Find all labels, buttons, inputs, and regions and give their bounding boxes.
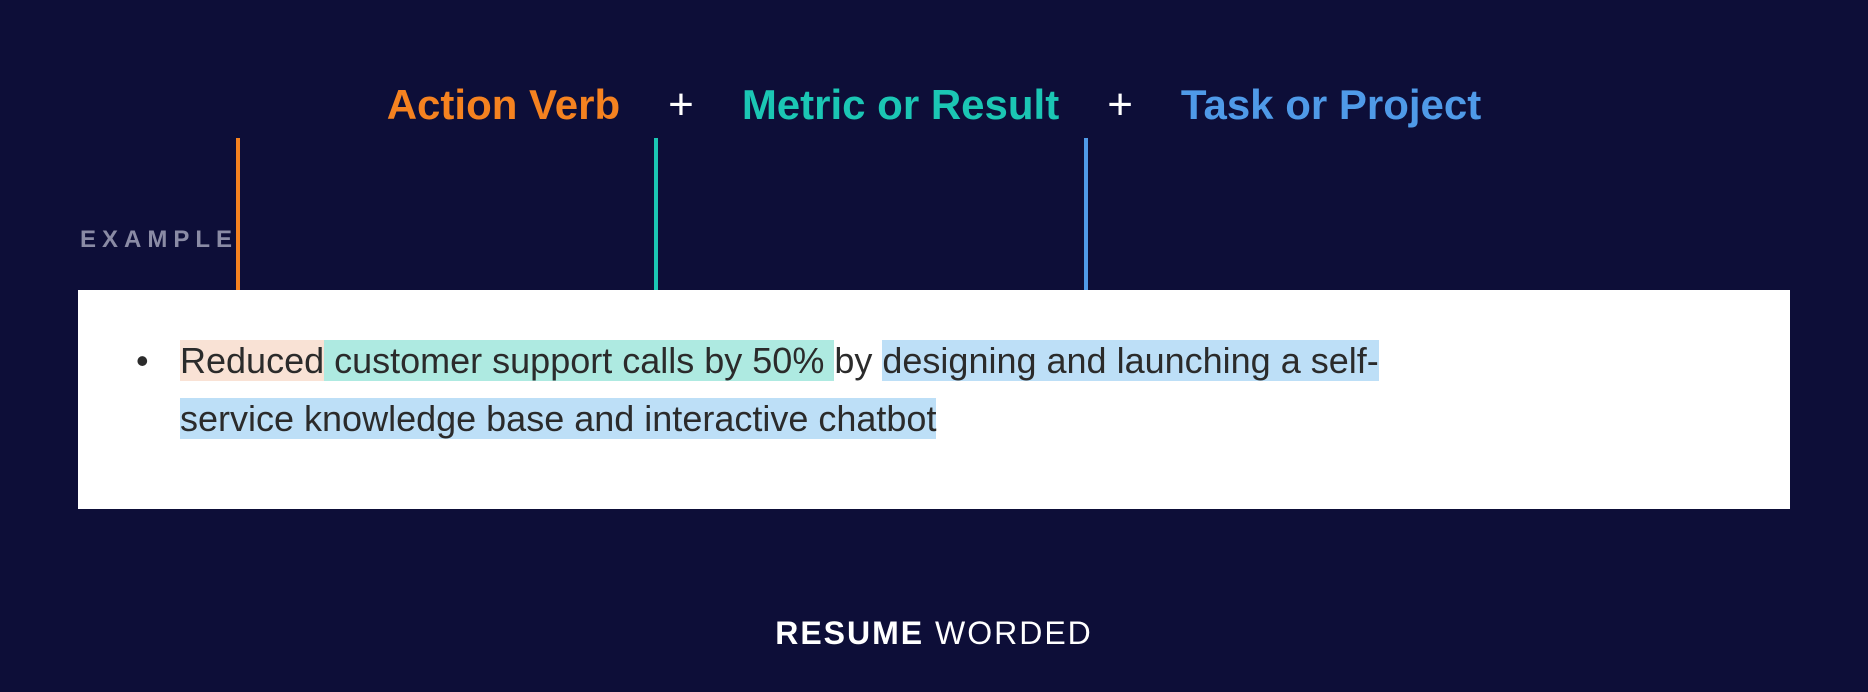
connector-word: by bbox=[834, 340, 882, 381]
formula-row: Action Verb + Metric or Result + Task or… bbox=[0, 80, 1868, 130]
brand-footer: RESUME WORDED bbox=[0, 615, 1868, 652]
brand-second: WORDED bbox=[924, 615, 1093, 651]
metric-label: Metric or Result bbox=[742, 81, 1059, 129]
action-verb-label: Action Verb bbox=[387, 81, 620, 129]
plus-icon: + bbox=[1107, 80, 1133, 130]
example-bullet-line: • Reduced customer support calls by 50% … bbox=[136, 332, 1732, 447]
task-label: Task or Project bbox=[1181, 81, 1481, 129]
highlight-task-line1: designing and launching a self- bbox=[882, 340, 1378, 381]
highlight-action-verb: Reduced bbox=[180, 340, 324, 381]
bullet-icon: • bbox=[136, 332, 180, 390]
plus-icon: + bbox=[668, 80, 694, 130]
highlight-metric: customer support calls by 50% bbox=[324, 340, 834, 381]
example-box: • Reduced customer support calls by 50% … bbox=[78, 290, 1790, 509]
highlight-task-line2: service knowledge base and interactive c… bbox=[180, 398, 936, 439]
brand-first: RESUME bbox=[775, 615, 924, 651]
example-heading: EXAMPLE bbox=[80, 226, 238, 254]
example-text: Reduced customer support calls by 50% by… bbox=[180, 332, 1732, 447]
